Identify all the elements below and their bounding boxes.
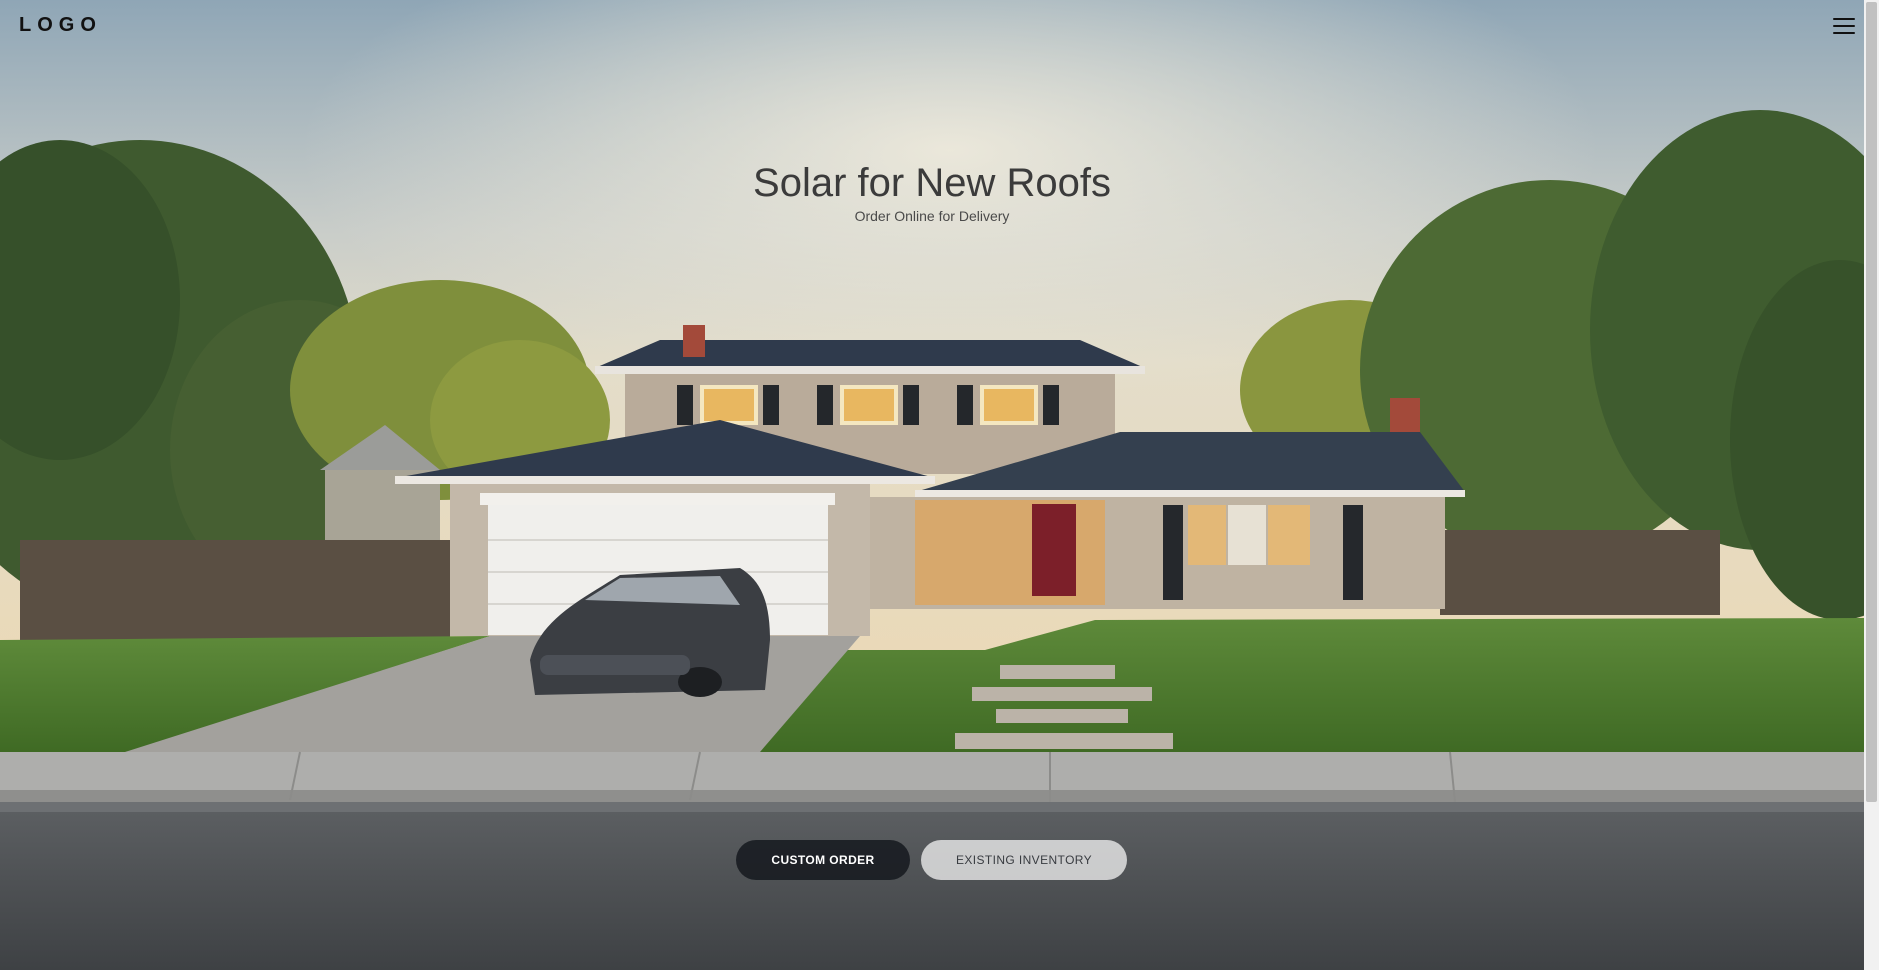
menu-line [1833, 25, 1855, 28]
existing-inventory-button[interactable]: EXISTING INVENTORY [921, 840, 1127, 880]
page-scrollbar[interactable] [1864, 0, 1879, 970]
hero-subtitle: Order Online for Delivery [854, 208, 1010, 224]
custom-order-button[interactable]: CUSTOM ORDER [736, 840, 910, 880]
hero-title: Solar for New Roofs [753, 161, 1111, 205]
page-scrollbar-thumb[interactable] [1866, 2, 1877, 802]
logo[interactable]: LOGO [19, 14, 102, 37]
hero-background-image [0, 0, 1864, 970]
menu-line [1833, 32, 1855, 35]
menu-line [1833, 18, 1855, 21]
hamburger-menu-icon[interactable] [1833, 18, 1855, 36]
page: LOGO Solar for New Roofs Order Online fo… [0, 0, 1879, 970]
upper-windows [677, 385, 1059, 425]
